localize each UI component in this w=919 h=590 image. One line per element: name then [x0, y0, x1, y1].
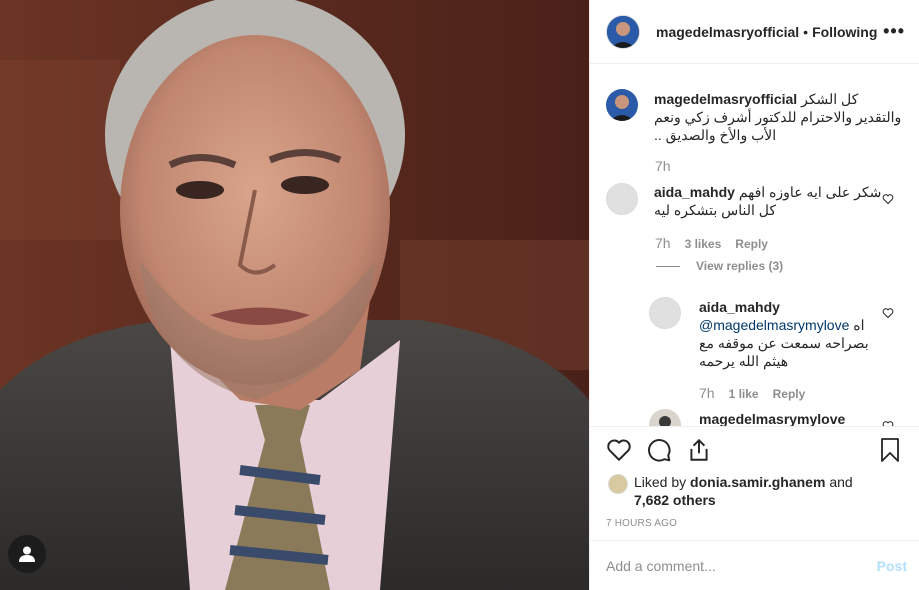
reply-mention[interactable]: @magedelmasrymylove — [699, 317, 849, 333]
caption-meta: 7h — [655, 158, 671, 174]
reply-like-heart-icon[interactable] — [882, 307, 894, 319]
reply-avatar-2[interactable] — [649, 409, 681, 426]
reply-avatar[interactable] — [649, 297, 681, 329]
user-icon — [19, 546, 35, 562]
post-header: magedelmasryofficial • Following ••• — [590, 0, 919, 64]
likes-others-button[interactable]: 7,682 others — [634, 492, 716, 508]
post-comment-button[interactable]: Post — [877, 558, 907, 574]
caption-avatar[interactable] — [606, 89, 638, 121]
comment-text: aida_mahdy شكر على ايه عاوزه افهم كل الن… — [654, 183, 884, 219]
add-comment-input[interactable]: Add a comment... — [606, 558, 716, 574]
likes-summary: Liked by donia.samir.ghanem and 7,682 ot… — [608, 473, 853, 509]
share-icon[interactable] — [686, 437, 712, 463]
comment-username[interactable]: aida_mahdy — [654, 184, 735, 200]
comments-list[interactable]: magedelmasryofficial كل الشكر والتقدير و… — [590, 64, 919, 426]
action-icons — [606, 437, 906, 467]
caption-text: magedelmasryofficial كل الشكر والتقدير و… — [654, 90, 904, 144]
likes-text: Liked by donia.samir.ghanem and 7,682 ot… — [634, 473, 853, 509]
author-avatar[interactable] — [606, 14, 640, 49]
reply-text-2: magedelmasrymylove — [699, 410, 845, 426]
add-comment-bar: Add a comment... Post — [590, 540, 919, 590]
comment-time[interactable]: 7h — [655, 235, 671, 251]
comment-likes[interactable]: 3 likes — [685, 237, 722, 251]
header-separator: • — [803, 23, 809, 40]
caption-username[interactable]: magedelmasryofficial — [654, 91, 797, 107]
reply-meta: 7h 1 like Reply — [699, 385, 805, 401]
author-avatar-image — [607, 15, 639, 48]
comment-avatar[interactable] — [606, 183, 638, 215]
reply-reply-button[interactable]: Reply — [773, 387, 806, 401]
likes-and: and — [829, 474, 853, 490]
reply-time[interactable]: 7h — [699, 385, 715, 401]
reply-text: aida_mahdy @magedelmasrymylove اه بصراحه… — [699, 298, 879, 370]
following-button[interactable]: Following — [812, 24, 877, 40]
liker-avatar[interactable] — [608, 474, 628, 494]
view-replies-button[interactable]: View replies (3) — [656, 259, 783, 273]
reply-username[interactable]: aida_mahdy — [699, 299, 780, 315]
comment-bubble-icon[interactable] — [646, 437, 672, 463]
reply-avatar-2-image — [659, 416, 671, 426]
post-timestamp[interactable]: 7 HOURS AGO — [606, 518, 677, 529]
like-heart-icon[interactable] — [606, 437, 632, 463]
post-side-panel: magedelmasryofficial • Following ••• mag… — [589, 0, 919, 590]
caption-avatar-image — [606, 89, 638, 121]
tagged-user-button[interactable] — [8, 535, 46, 573]
comment-reply-button[interactable]: Reply — [735, 237, 768, 251]
caption-time[interactable]: 7h — [655, 158, 671, 174]
post-photo[interactable] — [0, 0, 589, 590]
comment-like-heart-icon[interactable] — [882, 193, 894, 205]
reply-username-2[interactable]: magedelmasrymylove — [699, 411, 845, 426]
liker-username[interactable]: donia.samir.ghanem — [690, 474, 825, 490]
view-replies-label: View replies (3) — [696, 259, 784, 273]
portrait-image — [0, 0, 589, 590]
bookmark-icon[interactable] — [878, 437, 902, 463]
view-replies-line — [656, 265, 680, 267]
author-username[interactable]: magedelmasryofficial — [656, 24, 799, 40]
liked-by-label: Liked by — [634, 474, 687, 490]
post-actions: Liked by donia.samir.ghanem and 7,682 ot… — [590, 426, 919, 541]
reply-likes[interactable]: 1 like — [729, 387, 759, 401]
more-options-icon[interactable]: ••• — [883, 21, 905, 42]
comment-meta: 7h 3 likes Reply — [655, 235, 768, 251]
